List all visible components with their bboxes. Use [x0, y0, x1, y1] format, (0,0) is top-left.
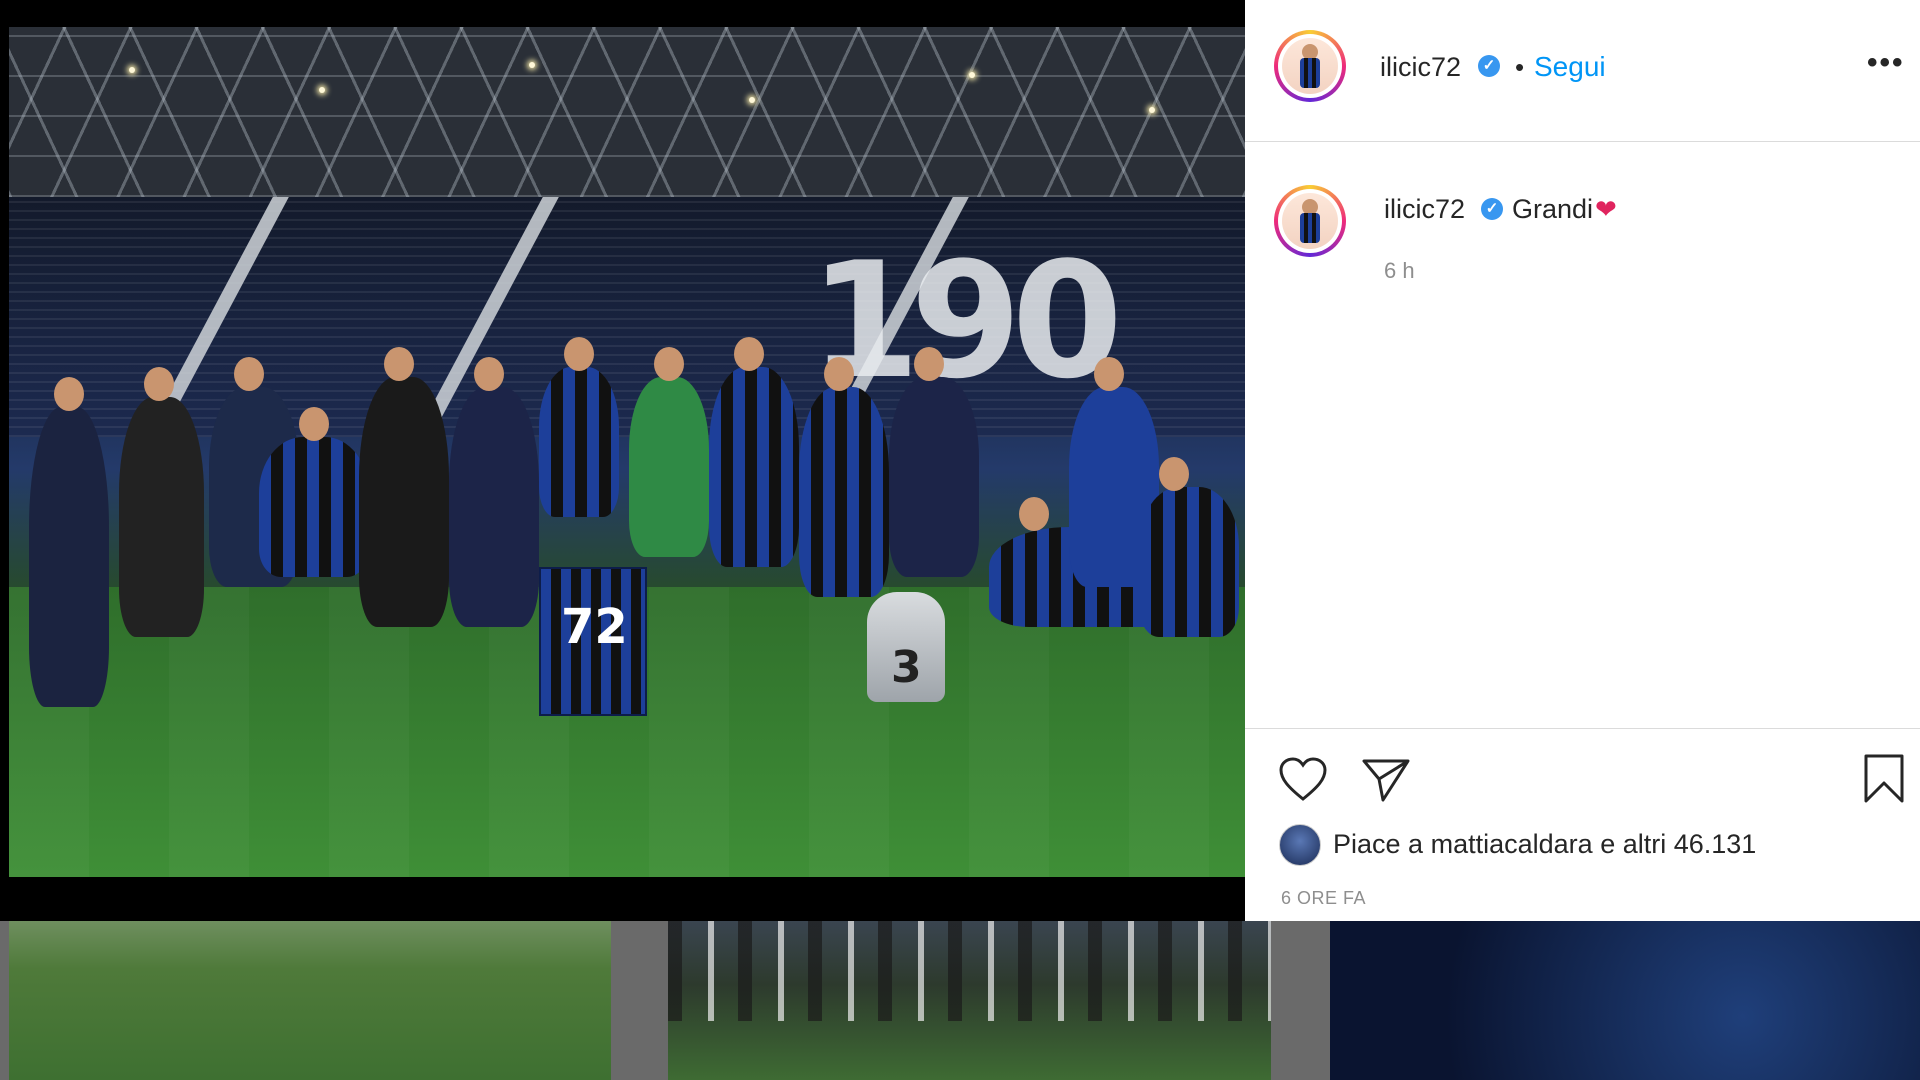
- player-head: [564, 337, 594, 371]
- floodlight: [749, 97, 755, 103]
- avatar-image: [1282, 193, 1338, 249]
- username-link[interactable]: ilicic72: [1380, 52, 1461, 83]
- caption-text: Grandi❤: [1512, 194, 1617, 225]
- floodlight: [129, 67, 135, 73]
- more-options-icon[interactable]: •••: [1867, 46, 1905, 80]
- player: [629, 377, 709, 557]
- player-head: [1094, 357, 1124, 391]
- follow-button[interactable]: Segui: [1534, 51, 1606, 83]
- thumbnail-players: [668, 921, 1271, 1021]
- player: [539, 367, 619, 517]
- grid-thumbnail[interactable]: [668, 921, 1271, 1080]
- player-head: [1019, 497, 1049, 531]
- player: [29, 407, 109, 707]
- red-heart-emoji: ❤: [1595, 194, 1617, 224]
- floodlight: [1149, 107, 1155, 113]
- likes-connector: e altri: [1600, 829, 1667, 859]
- avatar-body: [1300, 213, 1320, 243]
- grid-thumbnail[interactable]: [1330, 921, 1920, 1080]
- bookmark-icon[interactable]: [1862, 753, 1906, 805]
- paper-plane-icon[interactable]: [1361, 757, 1411, 803]
- player-head: [824, 357, 854, 391]
- floodlight: [529, 62, 535, 68]
- avatar-body: [1300, 58, 1320, 88]
- floodlight: [319, 87, 325, 93]
- player-head: [54, 377, 84, 411]
- player-head: [299, 407, 329, 441]
- player-head: [474, 357, 504, 391]
- likes-prefix: Piace a: [1333, 829, 1424, 859]
- trophy: 3: [867, 592, 945, 702]
- post-photo[interactable]: 190 72 3: [9, 27, 1245, 877]
- trophy-number: 3: [891, 642, 922, 693]
- verified-badge-icon: ✓: [1478, 55, 1500, 77]
- jersey-number: 72: [561, 599, 628, 655]
- player: [259, 437, 369, 577]
- verified-badge-icon: ✓: [1481, 198, 1503, 220]
- player: [119, 397, 204, 637]
- post-sidebar: ilicic72 ✓ • Segui ••• ilicic72 ✓ Grandi…: [1245, 0, 1920, 921]
- post-media[interactable]: 190 72 3: [0, 0, 1245, 921]
- jersey: 72: [539, 567, 647, 716]
- post-age: 6 ORE FA: [1281, 888, 1367, 908]
- caption-avatar[interactable]: [1274, 185, 1346, 257]
- heart-outline-icon[interactable]: [1278, 757, 1328, 803]
- player-head: [914, 347, 944, 381]
- profile-avatar[interactable]: [1274, 30, 1346, 102]
- player-head: [234, 357, 264, 391]
- liker-username[interactable]: mattiacaldara: [1431, 829, 1593, 859]
- avatar-ring: [1278, 34, 1342, 98]
- caption-username[interactable]: ilicic72: [1384, 194, 1465, 225]
- player: [889, 377, 979, 577]
- liker-avatar[interactable]: [1279, 824, 1321, 866]
- player-head: [144, 367, 174, 401]
- likes-count[interactable]: 46.131: [1674, 829, 1757, 859]
- caption-body: Grandi: [1512, 194, 1594, 224]
- player: [1139, 487, 1239, 637]
- separator-dot: •: [1515, 52, 1525, 82]
- player-head: [654, 347, 684, 381]
- player-head: [1159, 457, 1189, 491]
- caption-timestamp: 6 h: [1384, 258, 1415, 283]
- grid-thumbnail[interactable]: [9, 921, 611, 1080]
- player: [799, 387, 889, 597]
- post-actions: Piace a mattiacaldara e altri 46.131 6 O…: [1245, 728, 1920, 922]
- post-header: ilicic72 ✓ • Segui •••: [1245, 0, 1920, 142]
- stadium-roof: [9, 27, 1245, 197]
- player-head: [384, 347, 414, 381]
- floodlight: [969, 72, 975, 78]
- avatar-ring: [1278, 189, 1342, 253]
- player: [359, 377, 449, 627]
- player-head: [734, 337, 764, 371]
- avatar-image: [1282, 38, 1338, 94]
- player: [709, 367, 799, 567]
- player: [449, 387, 539, 627]
- likes-summary: Piace a mattiacaldara e altri 46.131: [1333, 829, 1756, 860]
